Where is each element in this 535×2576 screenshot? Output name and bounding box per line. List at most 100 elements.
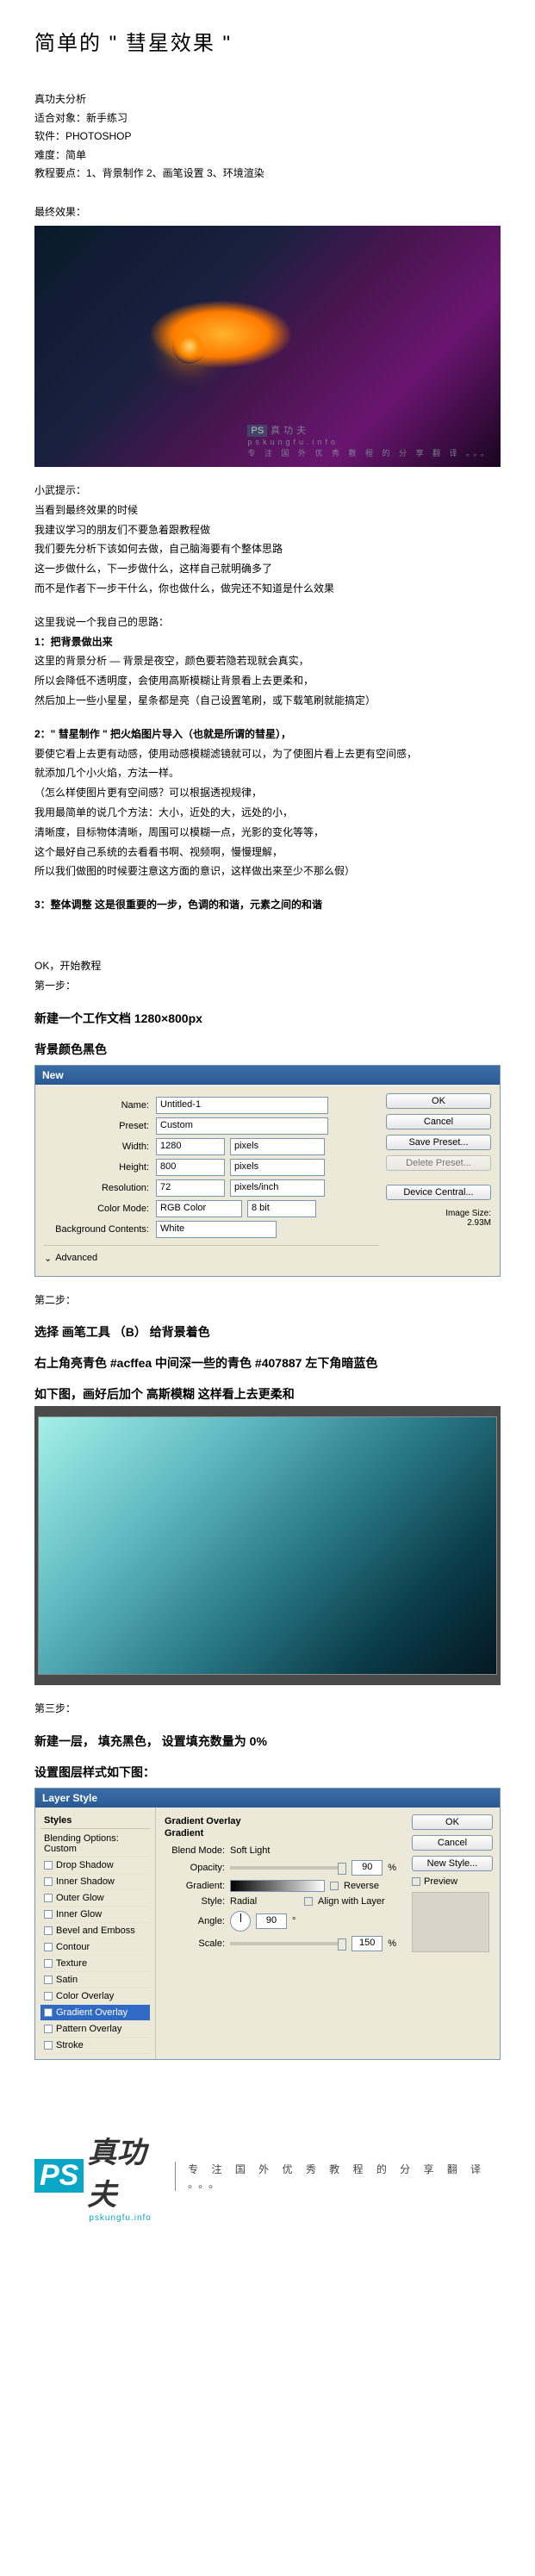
step-label: 第二步： — [34, 1291, 501, 1310]
step-label: 第三步： — [34, 1699, 501, 1719]
align-label: Align with Layer — [318, 1896, 385, 1907]
sidebar-item[interactable]: Satin — [40, 1972, 150, 1988]
scale-slider[interactable] — [230, 1942, 346, 1945]
width-label: Width: — [44, 1142, 156, 1152]
percent-label: % — [388, 1863, 396, 1873]
chevron-icon[interactable]: ⌄ — [44, 1253, 52, 1264]
imagesize-value: 2.93M — [386, 1218, 491, 1228]
text-line: 这里的背景分析 — 背景是夜空，颜色要若隐若现就会真实， — [34, 651, 501, 671]
step1-bg: 背景颜色黑色 — [34, 1041, 501, 1058]
footer-logo: PS 真功夫 pskungfu.info — [34, 2129, 163, 2223]
colormode-select[interactable]: RGB Color — [156, 1200, 242, 1217]
blendmode-label: Blend Mode: — [165, 1845, 225, 1856]
preview-label: Preview — [424, 1876, 457, 1887]
text-line: 当看到最终效果的时候 — [34, 501, 501, 520]
resolution-input[interactable]: 72 — [156, 1179, 225, 1197]
new-style-button[interactable]: New Style... — [412, 1856, 493, 1871]
text-line: 我建议学习的朋友们不要急着跟教程做 — [34, 520, 501, 540]
scale-input[interactable]: 150 — [351, 1936, 383, 1951]
width-unit-select[interactable]: pixels — [230, 1138, 325, 1155]
new-document-dialog: New Name: Untitled-1 Preset: Custom Widt… — [34, 1065, 501, 1277]
sidebar-item[interactable]: Drop Shadow — [40, 1857, 150, 1874]
step2-line: 选择 画笔工具 （B） 给背景着色 — [34, 1323, 501, 1341]
sidebar-item[interactable]: Stroke — [40, 2038, 150, 2054]
angle-dial[interactable] — [230, 1911, 251, 1932]
meta-line: 软件：PHOTOSHOP — [34, 128, 501, 146]
scale-label: Scale: — [165, 1938, 225, 1949]
preset-select[interactable]: Custom — [156, 1117, 328, 1135]
gradient-label: Gradient: — [165, 1881, 225, 1891]
text-line: 所以我们做图的时候要注意这方面的意识，这样做出来至少不那么假） — [34, 862, 501, 881]
cancel-button[interactable]: Cancel — [386, 1114, 491, 1129]
opacity-input[interactable]: 90 — [351, 1860, 383, 1876]
bitdepth-select[interactable]: 8 bit — [247, 1200, 316, 1217]
sidebar-item[interactable]: Pattern Overlay — [40, 2021, 150, 2038]
tips-block: 小武提示： 当看到最终效果的时候 我建议学习的朋友们不要急着跟教程做 我们要先分… — [34, 481, 501, 599]
name-label: Name: — [44, 1100, 156, 1111]
text-line: 然后加上一些小星星，星条都是亮（自己设置笔刷，或下载笔刷就能搞定） — [34, 691, 501, 711]
height-unit-select[interactable]: pixels — [230, 1159, 325, 1176]
sidebar-item[interactable]: Outer Glow — [40, 1890, 150, 1907]
align-checkbox[interactable] — [304, 1897, 313, 1906]
bgcontents-select[interactable]: White — [156, 1221, 277, 1238]
meta-line: 教程要点：1、背景制作 2、画笔设置 3、环境渲染 — [34, 165, 501, 184]
preset-label: Preset: — [44, 1121, 156, 1131]
style-select[interactable]: Radial — [230, 1896, 299, 1907]
step2-line: 右上角亮青色 #acffea 中间深一些的青色 #407887 左下角暗蓝色 — [34, 1354, 501, 1372]
step1-title: 新建一个工作文档 1280×800px — [34, 1010, 501, 1027]
layer-style-dialog: Layer Style Styles Blending Options: Cus… — [34, 1788, 501, 2060]
delete-preset-button: Delete Preset... — [386, 1155, 491, 1171]
blendmode-select[interactable]: Soft Light — [230, 1845, 316, 1856]
sidebar-item[interactable]: Blending Options: Custom — [40, 1831, 150, 1857]
meta-line: 真功夫分析 — [34, 90, 501, 109]
sidebar-item[interactable]: Inner Glow — [40, 1907, 150, 1923]
device-central-button[interactable]: Device Central... — [386, 1185, 491, 1200]
height-input[interactable]: 800 — [156, 1159, 225, 1176]
text-line: 这一步做什么，下一步做什么，这样自己就明确多了 — [34, 559, 501, 579]
styles-sidebar: Styles Blending Options: Custom Drop Sha… — [35, 1808, 156, 2059]
cancel-button[interactable]: Cancel — [412, 1835, 493, 1851]
ok-button[interactable]: OK — [386, 1093, 491, 1109]
footer: PS 真功夫 pskungfu.info 专 注 国 外 优 秀 教 程 的 分… — [34, 2112, 501, 2257]
degree-label: ° — [292, 1916, 295, 1926]
sidebar-item[interactable]: Contour — [40, 1939, 150, 1956]
advanced-toggle[interactable]: Advanced — [55, 1253, 97, 1263]
gradient-overlay-panel: Gradient Overlay Gradient Blend Mode: So… — [156, 1808, 405, 2059]
styles-header: Styles — [40, 1813, 150, 1829]
width-input[interactable]: 1280 — [156, 1138, 225, 1155]
text-line: 小武提示： — [34, 481, 501, 501]
text-line: 所以会降低不透明度，会使用高斯模糊让背景看上去更柔和， — [34, 671, 501, 691]
step3-line: 新建一层， 填充黑色， 设置填充数量为 0% — [34, 1733, 501, 1750]
text-line: 要使它看上去更有动感，使用动感模糊滤镜就可以，为了使图片看上去更有空间感， — [34, 744, 501, 764]
panel-subtitle: Gradient — [165, 1828, 396, 1839]
step-heading: 2：" 彗星制作 " 把火焰图片导入（也就是所谓的彗星）， — [34, 725, 501, 744]
sidebar-item[interactable]: Inner Shadow — [40, 1874, 150, 1890]
opacity-slider[interactable] — [230, 1866, 346, 1870]
height-label: Height: — [44, 1162, 156, 1173]
final-effect-image: PS真功夫 pskungfu.info 专 注 国 外 优 秀 教 程 的 分 … — [34, 226, 501, 467]
save-preset-button[interactable]: Save Preset... — [386, 1135, 491, 1150]
sidebar-item-selected[interactable]: Gradient Overlay — [40, 2005, 150, 2021]
meta-block: 真功夫分析 适合对象：新手练习 软件：PHOTOSHOP 难度：简单 教程要点：… — [34, 90, 501, 184]
watermark-url: pskungfu.info — [247, 438, 339, 446]
name-input[interactable]: Untitled-1 — [156, 1097, 328, 1114]
footer-tagline: 专 注 国 外 优 秀 教 程 的 分 享 翻 译 。。。 — [175, 2162, 501, 2191]
sidebar-item[interactable]: Color Overlay — [40, 1988, 150, 2005]
sidebar-item[interactable]: Texture — [40, 1956, 150, 1972]
gradient-picker[interactable] — [230, 1880, 325, 1892]
reverse-checkbox[interactable] — [330, 1882, 339, 1890]
resolution-unit-select[interactable]: pixels/inch — [230, 1179, 325, 1197]
ok-button[interactable]: OK — [412, 1814, 493, 1830]
panel-title: Gradient Overlay — [165, 1816, 396, 1826]
angle-input[interactable]: 90 — [256, 1913, 287, 1929]
watermark-logo: PS — [247, 425, 267, 437]
page-title: 简单的 " 彗星效果 " — [34, 26, 501, 56]
footer-url: pskungfu.info — [89, 2213, 163, 2223]
meta-line: 难度：简单 — [34, 146, 501, 165]
bgcontents-label: Background Contents: — [44, 1224, 156, 1235]
reverse-label: Reverse — [344, 1881, 379, 1891]
step2-line: 如下图，画好后加个 高斯模糊 这样看上去更柔和 — [34, 1385, 501, 1403]
angle-label: Angle: — [165, 1916, 225, 1926]
sidebar-item[interactable]: Bevel and Emboss — [40, 1923, 150, 1939]
preview-checkbox[interactable] — [412, 1877, 420, 1886]
